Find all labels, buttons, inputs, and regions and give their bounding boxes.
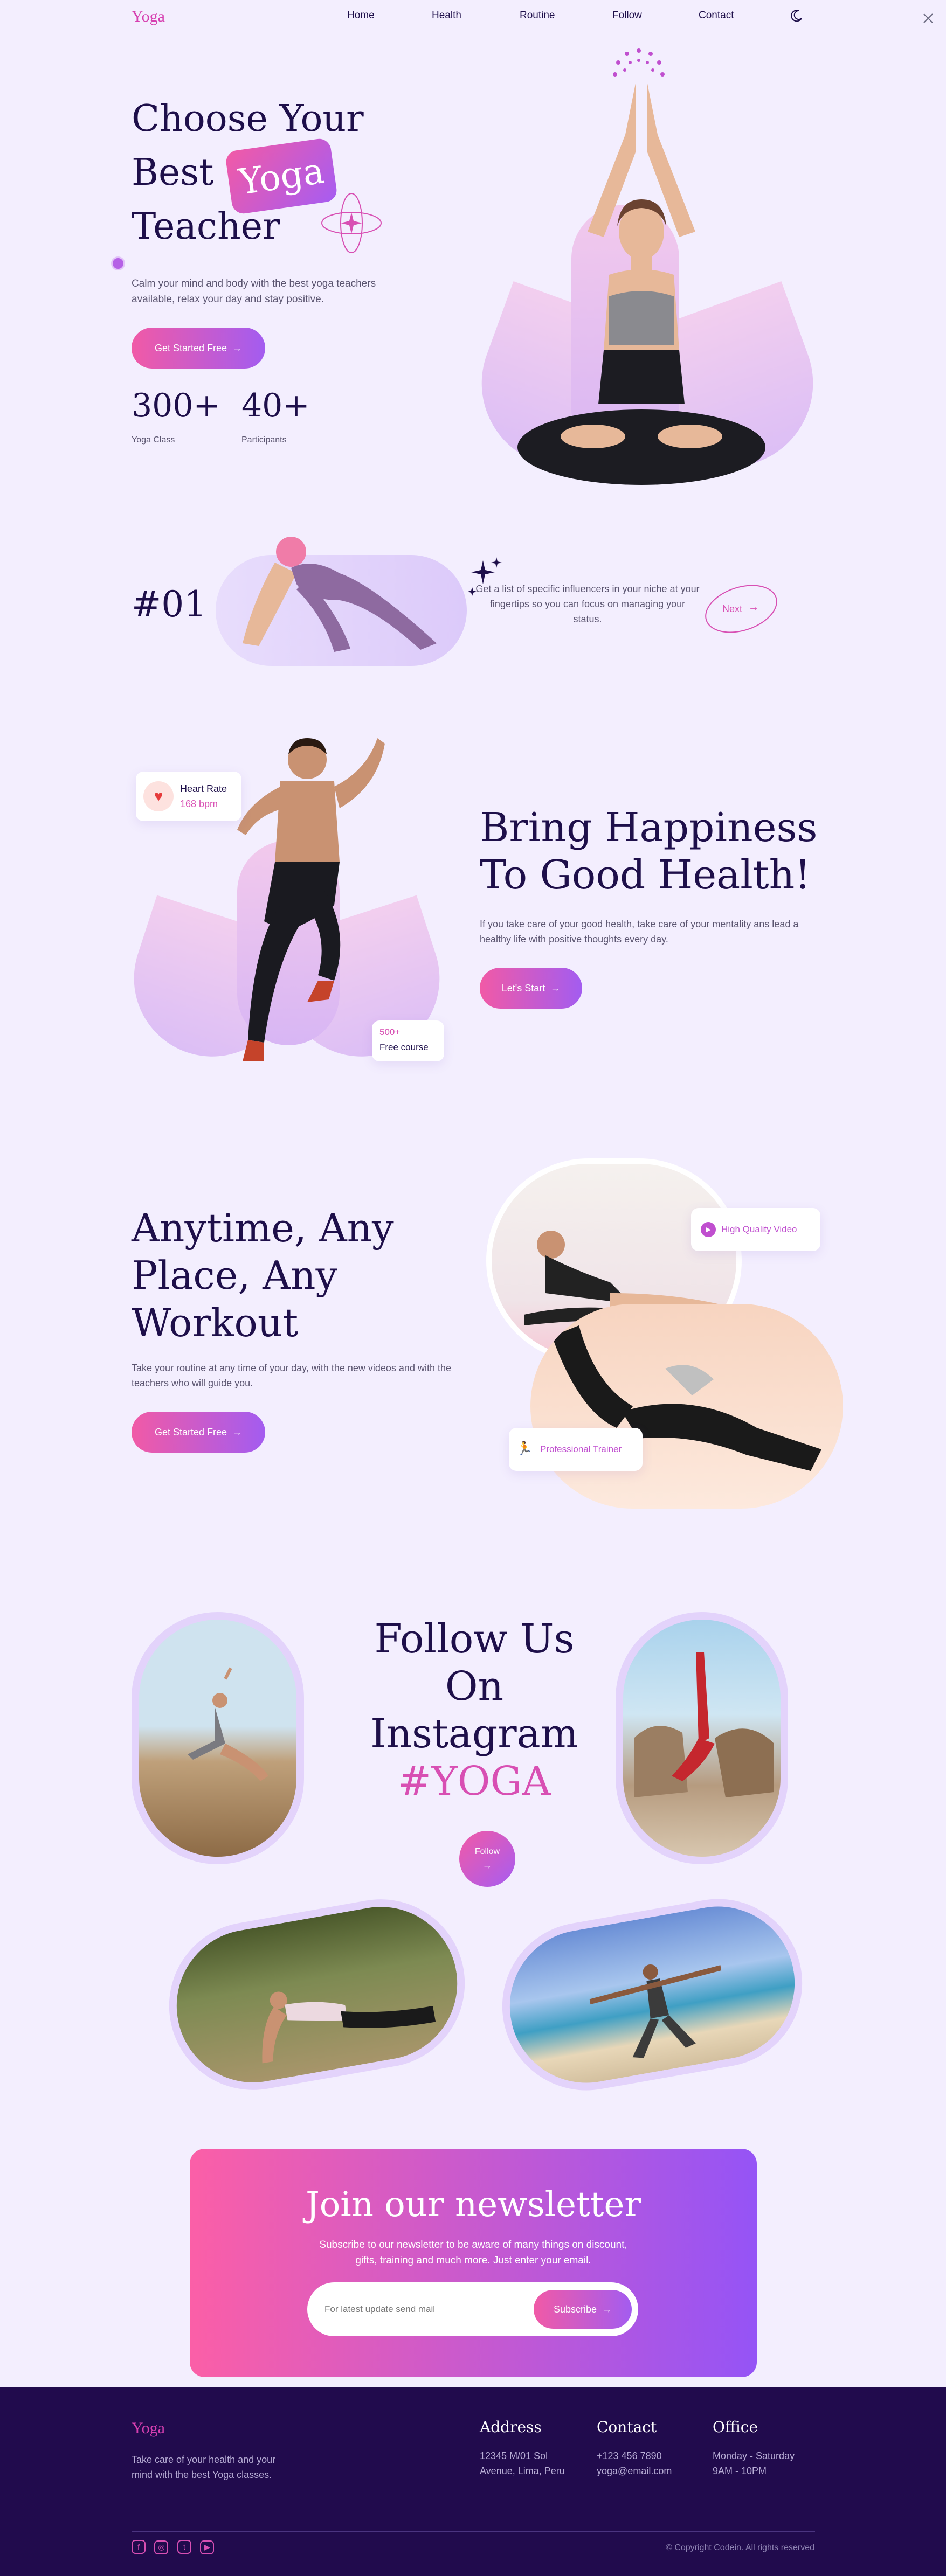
nav-health[interactable]: Health <box>432 10 461 22</box>
runner-icon: 🏃 <box>516 1441 533 1456</box>
stat-participants-label: Participants <box>241 435 287 445</box>
stat-participants-value: 40+ <box>241 387 310 425</box>
hero-title-line1: Choose Your <box>132 98 364 140</box>
hero-description: Calm your mind and body with the best yo… <box>132 278 376 305</box>
instagram-title-line3: Instagram <box>370 1711 578 1757</box>
stat-yoga-class-value: 300+ <box>132 387 220 425</box>
workout-image-legs <box>530 1304 843 1509</box>
newsletter-title: Join our newsletter <box>306 2185 641 2225</box>
lets-start-button[interactable]: Let's Start → <box>480 968 582 1009</box>
newsletter-email-input[interactable] <box>324 2300 519 2319</box>
instagram-photo-3 <box>156 1886 478 2103</box>
footer-copyright: © Copyright Codein. All rights reserved <box>666 2543 814 2552</box>
footer-address-line1: 12345 M/01 Sol <box>480 2450 548 2461</box>
arrow-right-icon: → <box>550 982 561 994</box>
footer-contact-phone[interactable]: +123 456 7890 <box>597 2450 662 2462</box>
footer-office-days: Monday - Saturday <box>713 2450 795 2461</box>
footer-contact-title: Contact <box>597 2418 657 2436</box>
influencer-text: Get a list of specific influencers in yo… <box>475 584 700 624</box>
hero-yoga-figure <box>507 70 776 496</box>
sparkle-orbit-icon <box>319 191 384 255</box>
happiness-description: If you take care of your good health, ta… <box>480 919 799 945</box>
main-nav: Home Health Routine Follow Contact <box>0 10 946 26</box>
hero-yoga-badge-text: Yoga <box>236 149 327 203</box>
moon-icon[interactable] <box>790 9 804 23</box>
hero-cta-button[interactable]: Get Started Free → <box>132 328 265 369</box>
free-course-card: 500+ Free course <box>372 1020 444 1061</box>
twitter-icon[interactable]: t <box>177 2540 191 2554</box>
footer-logo[interactable]: Yoga <box>132 2419 165 2438</box>
arrow-right-icon: → <box>748 601 759 613</box>
workout-cta-button[interactable]: Get Started Free → <box>132 1412 265 1453</box>
nav-follow[interactable]: Follow <box>612 10 642 22</box>
professional-trainer-badge: 🏃 Professional Trainer <box>509 1428 643 1471</box>
heart-rate-title: Heart Rate <box>180 783 227 794</box>
workout-title-line2: Place, Any <box>132 1253 338 1298</box>
subscribe-button[interactable]: Subscribe → <box>534 2290 632 2329</box>
heart-icon: ♥ <box>143 781 174 811</box>
workout-title-line1: Anytime, Any <box>132 1205 394 1251</box>
free-course-label: Free course <box>379 1042 429 1052</box>
free-course-count: 500+ <box>379 1027 401 1037</box>
instagram-hashtag: #YOGA <box>397 1758 551 1804</box>
footer-contact-email[interactable]: yoga@email.com <box>597 2466 672 2477</box>
youtube-icon[interactable]: ▶ <box>200 2540 215 2554</box>
footer-divider <box>132 2531 815 2532</box>
small-circle-decor <box>111 256 125 270</box>
professional-trainer-label: Professional Trainer <box>540 1444 622 1454</box>
stat-yoga-class-label: Yoga Class <box>132 435 175 445</box>
hero-cta-label: Get Started Free <box>154 342 227 353</box>
next-button[interactable]: Next → <box>701 577 782 641</box>
subscribe-label: Subscribe <box>553 2303 597 2315</box>
influencer-figure <box>232 525 458 659</box>
instagram-photo-1 <box>132 1612 304 1864</box>
instagram-photo-2 <box>616 1612 788 1864</box>
footer-address-line2: Avenue, Lima, Peru <box>480 2466 565 2476</box>
play-icon: ▶ <box>701 1222 716 1237</box>
arrow-right-icon: → <box>602 2303 612 2315</box>
instagram-icon[interactable]: ◎ <box>154 2540 169 2554</box>
instagram-photo-4 <box>489 1885 816 2104</box>
hero-title-line3: Teacher <box>132 205 280 248</box>
nav-contact[interactable]: Contact <box>699 10 734 22</box>
site-footer: Yoga Take care of your health and your m… <box>0 2387 946 2576</box>
footer-office-title: Office <box>713 2418 758 2436</box>
heart-rate-value: 168 bpm <box>180 799 218 809</box>
influencer-number: #01 <box>132 584 207 625</box>
nav-home[interactable]: Home <box>347 10 375 22</box>
instagram-follow-button[interactable]: Follow → <box>459 1831 515 1887</box>
happiness-title-line2: To Good Health! <box>480 852 811 898</box>
footer-about: Take care of your health and your mind w… <box>132 2454 276 2480</box>
hero-title-best: Best <box>132 151 214 194</box>
footer-social-links: f ◎ t ▶ <box>132 2540 220 2554</box>
lets-start-label: Let's Start <box>501 982 545 994</box>
high-quality-video-label: High Quality Video <box>721 1224 797 1234</box>
footer-office-hours: 9AM - 10PM <box>713 2466 767 2476</box>
facebook-icon[interactable]: f <box>132 2540 146 2554</box>
workout-description: Take your routine at any time of your da… <box>132 1363 451 1388</box>
newsletter-form: Subscribe → <box>307 2282 638 2336</box>
heart-rate-card: ♥ Heart Rate 168 bpm <box>136 772 241 821</box>
arrow-right-icon: → <box>482 1859 492 1871</box>
instagram-title-line2: On <box>445 1663 504 1710</box>
workout-cta-label: Get Started Free <box>154 1426 227 1438</box>
close-icon[interactable] <box>922 12 935 25</box>
high-quality-video-badge: ▶ High Quality Video <box>691 1208 820 1251</box>
instagram-follow-label: Follow <box>474 1846 500 1856</box>
footer-address-title: Address <box>480 2418 542 2436</box>
workout-title-line3: Workout <box>132 1300 299 1345</box>
newsletter-description: Subscribe to our newsletter to be aware … <box>319 2239 627 2267</box>
arrow-right-icon: → <box>232 1426 243 1438</box>
next-button-label: Next <box>722 603 743 614</box>
happiness-title-line1: Bring Happiness <box>480 804 818 851</box>
instagram-title-line1: Follow Us <box>374 1616 575 1662</box>
arrow-right-icon: → <box>232 342 243 353</box>
nav-routine[interactable]: Routine <box>520 10 555 22</box>
